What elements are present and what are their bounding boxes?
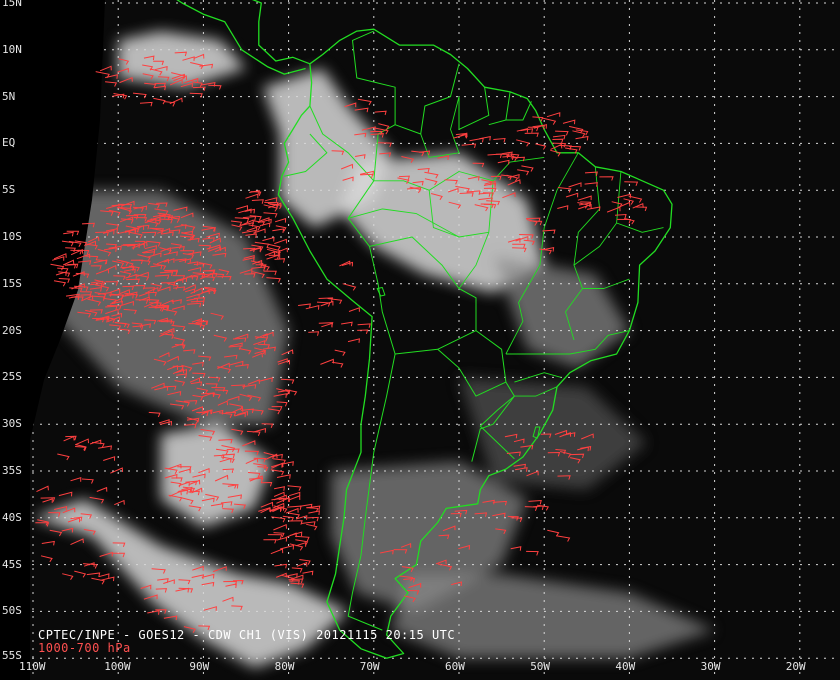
lat-label: 45S — [2, 557, 22, 571]
lon-label: 90W — [189, 660, 210, 673]
pressure-level-caption: 1000-700 hPa — [38, 641, 131, 655]
lon-label: 100W — [104, 660, 131, 673]
lat-label: 5N — [2, 89, 16, 103]
lat-label: 50S — [2, 604, 22, 618]
lat-label: 35S — [2, 464, 22, 477]
lon-label: 80W — [274, 660, 295, 673]
lat-label: 20S — [2, 323, 22, 337]
lon-label: 50W — [530, 660, 551, 673]
lat-label: 10S — [2, 230, 22, 243]
lat-label: 5S — [2, 183, 16, 197]
lon-label: 60W — [445, 660, 465, 673]
lon-label: 30W — [700, 660, 721, 673]
lon-label: 20W — [785, 660, 806, 673]
lon-label: 70W — [359, 660, 380, 673]
lat-label: 15S — [2, 276, 22, 290]
lat-label: 30S — [2, 417, 22, 431]
satellite-map — [0, 0, 840, 680]
satellite-scan-area — [30, 0, 840, 680]
lon-label: 40W — [615, 660, 636, 673]
lat-label: 25S — [2, 370, 22, 384]
lat-label: 10N — [2, 42, 22, 56]
lat-label: EQ — [2, 136, 16, 150]
lat-label: 40S — [2, 510, 22, 524]
image-caption: CPTEC/INPE - GOES12 - CDW CH1 (VIS) 2012… — [38, 628, 456, 642]
lat-label: 15N — [2, 0, 22, 9]
lon-label: 110W — [19, 660, 46, 673]
